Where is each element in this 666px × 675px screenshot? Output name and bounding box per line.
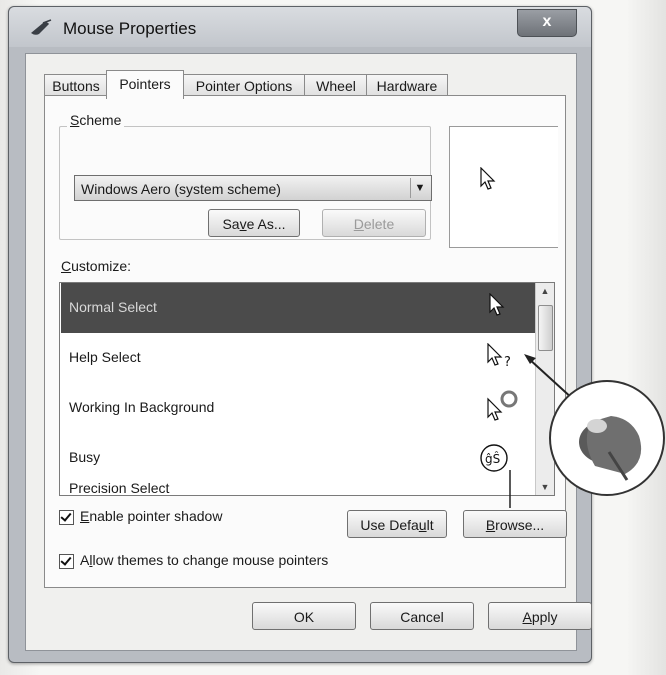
hand-holding-mouse-icon xyxy=(579,416,642,481)
tab-pointers[interactable]: Pointers xyxy=(106,70,184,99)
callout-pointer-arrow xyxy=(509,354,586,508)
hand-magnifier-callout xyxy=(549,380,665,496)
